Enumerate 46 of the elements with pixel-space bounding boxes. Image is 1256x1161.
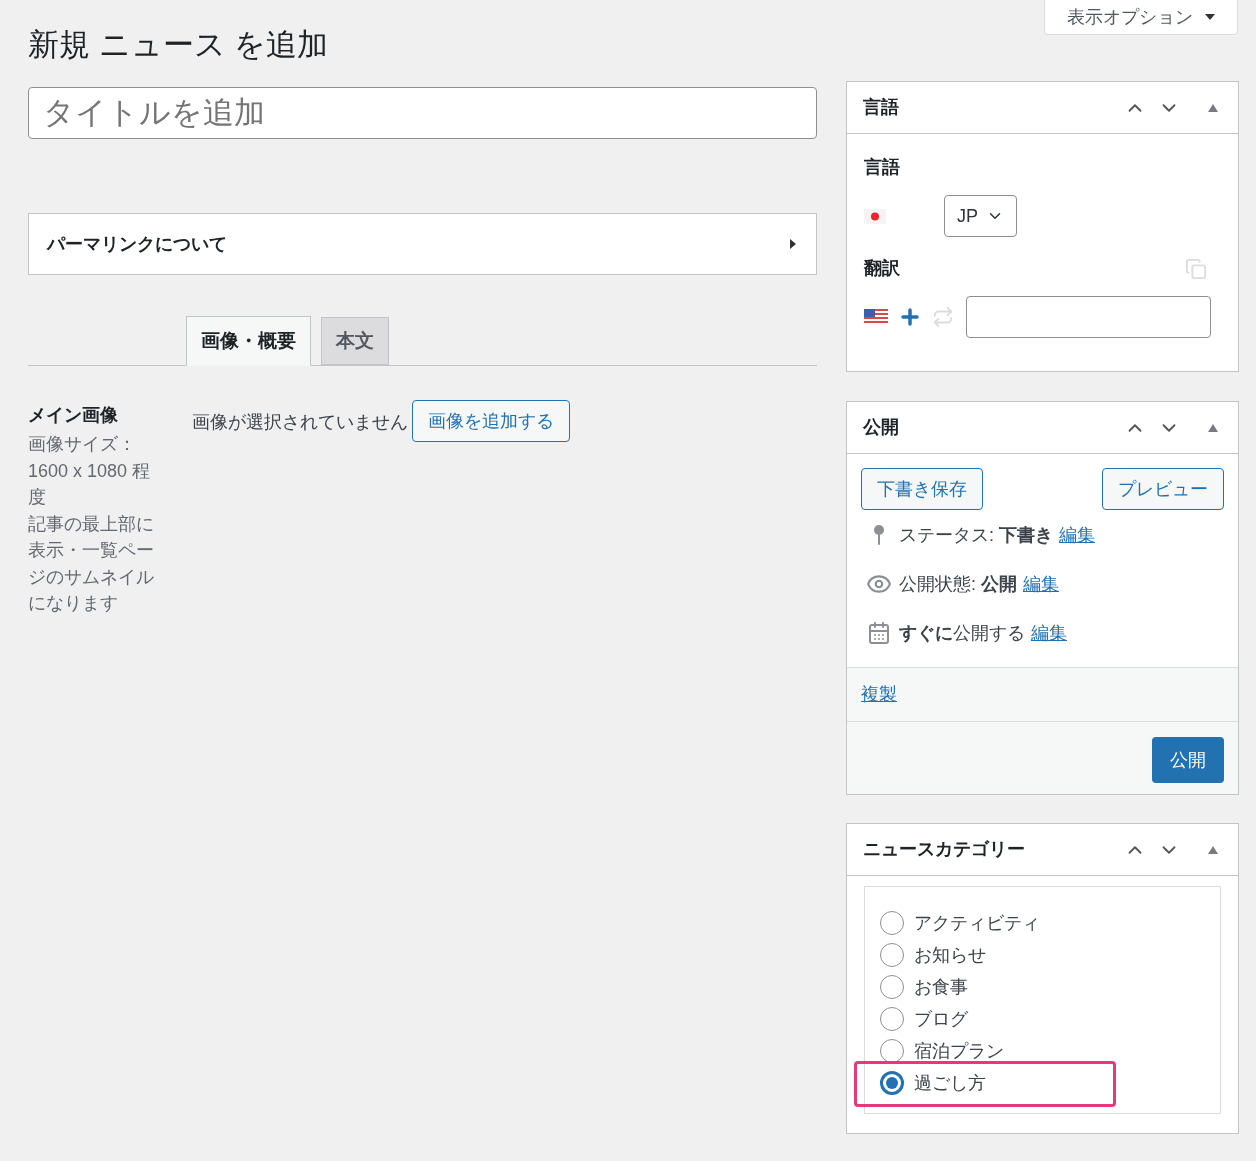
publish-setting-text: すぐに公開する <box>899 621 1025 645</box>
triangle-up-icon <box>1208 103 1218 112</box>
edit-link[interactable]: 編集 <box>1031 619 1067 647</box>
publish-setting-text: ステータス: 下書き <box>899 523 1053 547</box>
permalink-box[interactable]: パーマリンクについて <box>28 213 817 275</box>
sync-icon <box>932 306 954 328</box>
publish-setting-text: 公開状態: 公開 <box>899 572 1017 596</box>
preview-button[interactable]: プレビュー <box>1102 468 1224 510</box>
duplicate-link[interactable]: 複製 <box>861 681 897 708</box>
category-label: ブログ <box>914 1007 968 1031</box>
add-image-button[interactable]: 画像を追加する <box>412 400 570 442</box>
page-title: 新規 ニュース を追加 <box>28 26 330 64</box>
category-label: アクティビティ <box>914 911 1040 935</box>
translation-field[interactable] <box>966 296 1211 338</box>
pin-icon <box>872 524 886 546</box>
add-translation-icon[interactable] <box>898 305 922 329</box>
edit-link[interactable]: 編集 <box>1059 521 1095 549</box>
permalink-box-title: パーマリンクについて <box>47 232 228 256</box>
main-image-label: メイン画像 <box>28 404 119 427</box>
box-title: 公開 <box>863 416 900 439</box>
tab[interactable]: 画像・概要 <box>186 316 311 366</box>
translation-label: 翻訳 <box>864 257 900 280</box>
category-label: 宿泊プラン <box>914 1039 1004 1063</box>
box-title: ニュースカテゴリー <box>863 838 1026 861</box>
no-image-text: 画像が選択されていません <box>192 411 408 434</box>
category-label: お知らせ <box>914 943 986 967</box>
calendar-icon <box>867 621 891 645</box>
screen-options-button[interactable]: 表示オプション <box>1044 0 1238 35</box>
save-draft-button[interactable]: 下書き保存 <box>861 468 983 510</box>
radio-button[interactable] <box>880 1071 904 1095</box>
triangle-up-icon <box>1208 423 1218 432</box>
us-flag-icon <box>864 309 888 325</box>
copy-icon <box>1185 257 1207 280</box>
language-label: 言語 <box>864 156 901 179</box>
tab[interactable]: 本文 <box>321 317 389 365</box>
category-label: お食事 <box>914 975 968 999</box>
image-size-note: 画像サイズ： 1600 x 1080 程 度 記事の最上部に 表示・一覧ペー ジのサムネイル になります <box>28 433 155 615</box>
title-field[interactable]: タイトルを追加 <box>28 87 817 139</box>
dropdown-caret-icon <box>1205 12 1215 22</box>
triangle-up-icon <box>1208 845 1218 854</box>
language-select[interactable]: JP <box>944 195 1017 237</box>
category-label: 過ごし方 <box>914 1071 986 1095</box>
box-title: 言語 <box>863 96 900 119</box>
edit-link[interactable]: 編集 <box>1023 570 1059 598</box>
publish-button[interactable]: 公開 <box>1152 737 1224 783</box>
japan-flag-icon <box>864 208 886 224</box>
